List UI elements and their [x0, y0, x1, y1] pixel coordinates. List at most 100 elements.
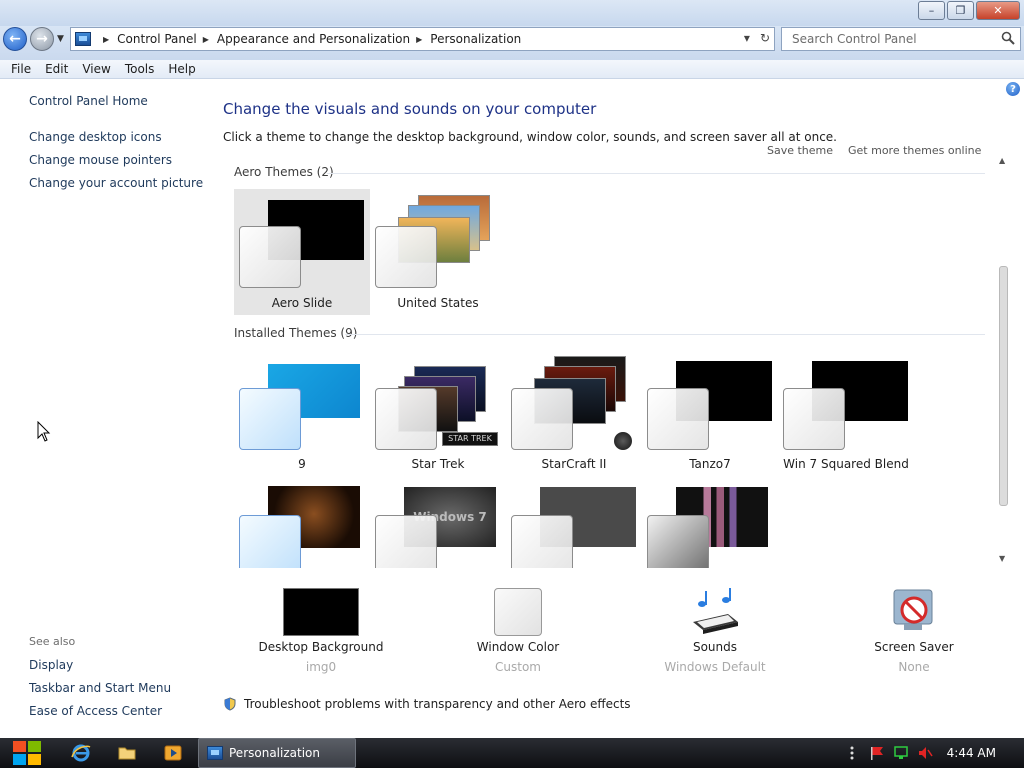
chevron-right-icon[interactable]: ▶ [103, 35, 109, 44]
notification-area: 4:44 AM [849, 738, 1024, 768]
display-link[interactable]: Display [29, 658, 73, 672]
scroll-thumb[interactable] [999, 266, 1008, 506]
theme-label: Aero Slide [271, 296, 333, 310]
desktop-background-thumbnail [283, 588, 359, 636]
control-panel-icon [75, 32, 91, 46]
volume-icon[interactable] [917, 745, 933, 761]
menu-view[interactable]: View [75, 62, 117, 76]
menu-help[interactable]: Help [161, 62, 202, 76]
get-more-themes-link[interactable]: Get more themes online [848, 146, 981, 157]
search-input[interactable] [790, 31, 995, 47]
theme-star-trek[interactable]: STAR TREK Star Trek [370, 350, 506, 476]
theme-win7-squared-blend[interactable]: Win 7 Squared Blend [778, 350, 914, 476]
address-dropdown-icon[interactable]: ▾ [744, 31, 750, 45]
folder-icon[interactable] [117, 743, 137, 763]
screen-saver-icon [893, 589, 933, 630]
address-box[interactable]: ▶ Control Panel ▶ Appearance and Persona… [70, 27, 775, 51]
change-mouse-pointers-link[interactable]: Change mouse pointers [29, 153, 172, 167]
theme-label: Tanzo7 [689, 457, 731, 471]
window-color-swatch [375, 388, 437, 450]
address-bar: ← → ▼ ▶ Control Panel ▶ Appearance and P… [0, 26, 1024, 60]
minimize-button[interactable]: – [918, 1, 945, 20]
theme-9[interactable]: 9 [234, 350, 370, 476]
theme-apple[interactable] [234, 476, 370, 568]
theme-aero-slide[interactable]: Aero Slide [234, 189, 370, 315]
chevron-right-icon[interactable]: ▶ [203, 35, 209, 44]
menu-bar: File Edit View Tools Help [0, 60, 1024, 79]
menu-tools[interactable]: Tools [118, 62, 162, 76]
window-color-swatch [375, 226, 437, 288]
theme-tanzo7[interactable]: Tanzo7 [642, 350, 778, 476]
maximize-button[interactable]: ❐ [947, 1, 974, 20]
tray-overflow-icon[interactable] [849, 745, 855, 761]
star-trek-badge: STAR TREK [442, 432, 498, 446]
ease-of-access-link[interactable]: Ease of Access Center [29, 704, 162, 718]
desktop-background-setting[interactable]: Desktop Background img0 [231, 588, 411, 674]
close-button[interactable]: ✕ [976, 1, 1020, 20]
window-color-swatch [239, 515, 301, 568]
window-color-swatch [783, 388, 845, 450]
setting-value: Windows Default [664, 660, 766, 674]
recent-pages-dropdown[interactable]: ▼ [57, 34, 64, 44]
theme-label: 9 [298, 457, 306, 471]
theme-list-scrollbar[interactable]: ▲ ▼ [997, 150, 1010, 566]
installed-themes-group-label: Installed Themes (9) [234, 326, 358, 340]
taskbar-start-menu-link[interactable]: Taskbar and Start Menu [29, 681, 171, 695]
window-color-swatch [511, 388, 573, 450]
change-account-picture-link[interactable]: Change your account picture [29, 176, 203, 190]
clock[interactable]: 4:44 AM [947, 746, 996, 760]
scroll-down-icon[interactable]: ▼ [999, 554, 1005, 563]
group-divider [327, 173, 985, 174]
theme-dark-gray[interactable] [506, 476, 642, 568]
help-icon[interactable]: ? [1006, 82, 1020, 96]
troubleshoot-aero-link[interactable]: Troubleshoot problems with transparency … [223, 697, 631, 711]
setting-title: Desktop Background [258, 640, 384, 654]
sounds-icon [693, 588, 738, 634]
setting-title: Sounds [692, 640, 738, 654]
taskbar-personalization[interactable]: Personalization [198, 738, 356, 768]
save-theme-link[interactable]: Save theme [767, 146, 833, 157]
menu-edit[interactable]: Edit [38, 62, 75, 76]
breadcrumb-appearance[interactable]: Appearance and Personalization [217, 32, 410, 46]
troubleshoot-label[interactable]: Troubleshoot problems with transparency … [244, 697, 631, 711]
theme-label: United States [397, 296, 479, 310]
internet-explorer-icon[interactable] [71, 743, 91, 763]
theme-windows-7[interactable]: Windows 7 [370, 476, 506, 568]
control-panel-home-link[interactable]: Control Panel Home [29, 94, 148, 108]
scroll-up-icon[interactable]: ▲ [999, 156, 1005, 165]
window-color-swatch [494, 588, 542, 636]
see-also-label: See also [29, 635, 76, 648]
theme-united-states[interactable]: United States [370, 189, 506, 315]
window-controls: – ❐ ✕ [916, 1, 1020, 20]
search-box[interactable] [781, 27, 1021, 51]
window-color-setting[interactable]: Window Color Custom [428, 588, 608, 674]
forward-button[interactable]: → [30, 27, 54, 51]
breadcrumb-personalization[interactable]: Personalization [430, 32, 521, 46]
network-icon[interactable] [893, 745, 909, 761]
theme-list[interactable]: Save theme Get more themes online Aero T… [223, 146, 1011, 568]
page-title: Change the visuals and sounds on your co… [223, 100, 597, 118]
window-color-swatch [239, 388, 301, 450]
back-button[interactable]: ← [3, 27, 27, 51]
sounds-setting[interactable]: Sounds Windows Default [625, 588, 805, 674]
window-color-swatch [239, 226, 301, 288]
screen-saver-setting[interactable]: Screen Saver None [824, 588, 1004, 674]
setting-value: None [898, 660, 930, 674]
task-pane: Control Panel Home Change desktop icons … [0, 80, 210, 738]
shield-icon [224, 697, 236, 711]
group-divider [345, 334, 985, 335]
action-center-flag-icon[interactable] [869, 745, 885, 761]
menu-file[interactable]: File [4, 62, 38, 76]
start-button[interactable] [10, 738, 44, 768]
change-desktop-icons-link[interactable]: Change desktop icons [29, 130, 162, 144]
theme-label: StarCraft II [541, 457, 607, 471]
chevron-right-icon[interactable]: ▶ [416, 35, 422, 44]
theme-bars[interactable] [642, 476, 778, 568]
media-player-icon[interactable] [163, 743, 183, 763]
window-color-swatch [511, 515, 573, 568]
refresh-icon[interactable]: ↻ [760, 31, 770, 45]
breadcrumb-control-panel[interactable]: Control Panel [117, 32, 197, 46]
setting-title: Screen Saver [874, 640, 954, 654]
theme-starcraft-ii[interactable]: StarCraft II [506, 350, 642, 476]
search-icon[interactable] [1001, 31, 1015, 45]
